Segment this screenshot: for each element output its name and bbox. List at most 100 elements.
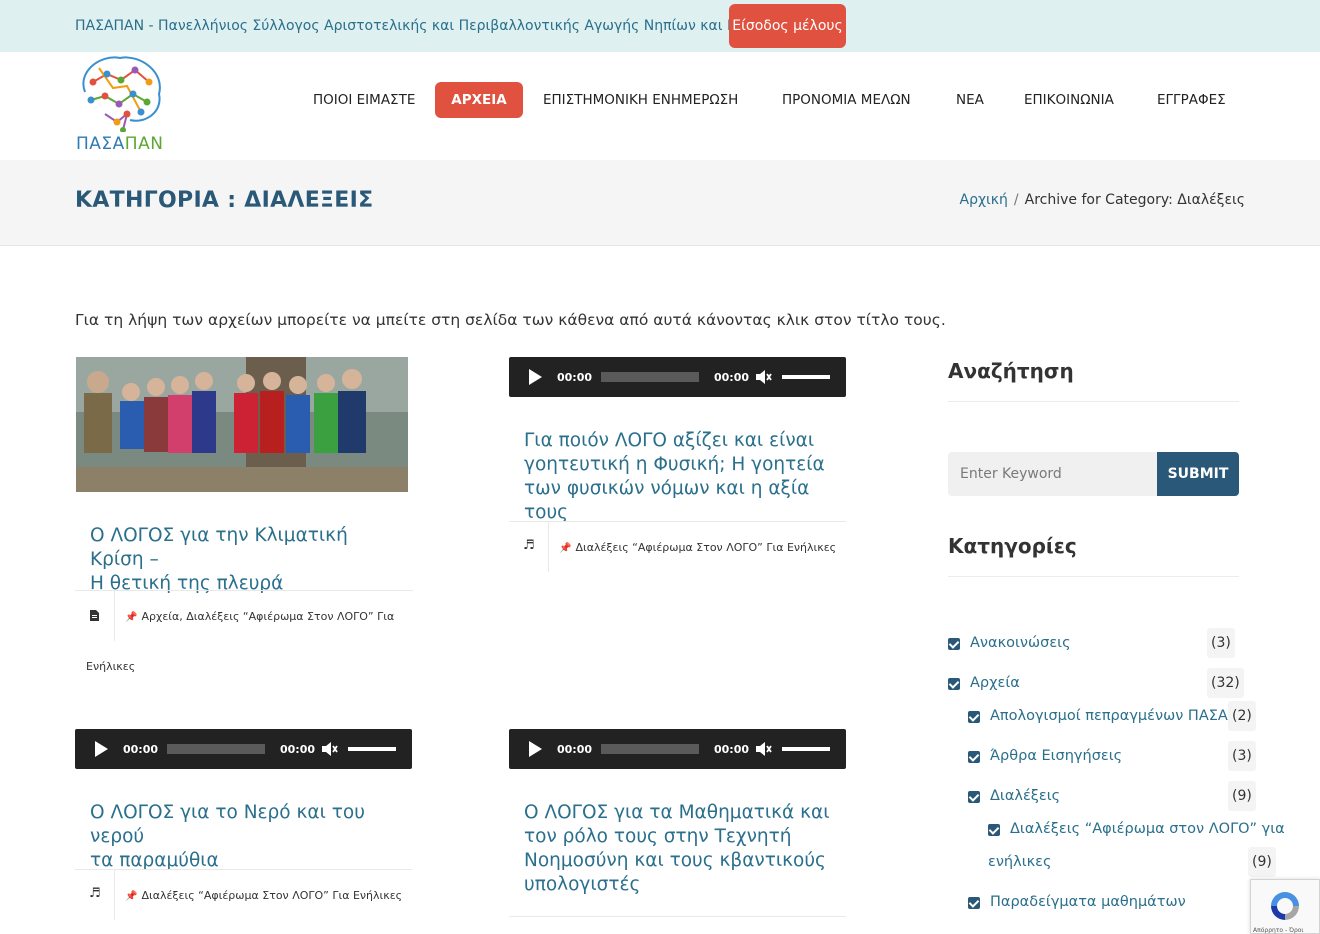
checkbox-icon[interactable]: [948, 638, 960, 650]
audio-player: 00:00 00:00: [509, 357, 846, 397]
intro-text: Για τη λήψη των αρχείων μπορείτε να μπεί…: [75, 311, 946, 329]
recaptcha-icon: [1271, 892, 1299, 920]
search-submit-button[interactable]: SUBMIT: [1157, 452, 1239, 496]
duration: 00:00: [714, 743, 750, 756]
divider: [948, 401, 1239, 402]
category-link[interactable]: Παραδείγματα μαθημάτων: [990, 894, 1186, 910]
volume-icon[interactable]: [755, 740, 773, 758]
page-title-band: ΚΑΤΗΓΟΡΙΑ : ΔΙΑΛΕΞΕΙΣ Αρχική / Archive for…: [0, 160, 1320, 246]
pin-icon: 📌: [559, 543, 572, 554]
pin-icon: 📌: [125, 612, 138, 623]
play-icon[interactable]: [95, 741, 108, 757]
post-meta: [509, 916, 846, 934]
post-categories[interactable]: 📌 Διαλέξεις “Αφιέρωμα Στον ΛΟΓΟ” Για Ενήλ…: [125, 889, 402, 902]
post-title[interactable]: Για ποιόν ΛΟΓΟ αξίζει και είναι γοητευτι…: [524, 429, 842, 525]
checkbox-icon[interactable]: [968, 791, 980, 803]
duration: 00:00: [280, 743, 316, 756]
progress-rail[interactable]: [601, 372, 699, 382]
categories-widget-heading: Κατηγορίες: [948, 534, 1077, 558]
logo-text-part2: ΠΑΝ: [124, 134, 164, 154]
post-card: 00:00 00:00 Ο ΛΟΓΟΣ για τα Μαθηματικά κα…: [509, 729, 846, 934]
nav-item-about[interactable]: ΠΟΙΟΙ ΕΙΜΑΣΤΕ: [313, 82, 415, 118]
nav-item-registrations[interactable]: ΕΓΓΡΑΦΕΣ: [1157, 82, 1226, 118]
page-title: ΚΑΤΗΓΟΡΙΑ : ΔΙΑΛΕΞΕΙΣ: [75, 188, 374, 213]
play-icon[interactable]: [529, 741, 542, 757]
category-count: (9): [1248, 847, 1276, 877]
site-header: ΠΑΣΑΠΑΝ ΠΟΙΟΙ ΕΙΜΑΣΤΕ ΑΡΧΕΙΑ ΕΠΙΣΤΗΜΟΝΙΚ…: [0, 52, 1320, 160]
nav-item-scientific-news[interactable]: ΕΠΙΣΤΗΜΟΝΙΚΗ ΕΝΗΜΕΡΩΣΗ: [543, 82, 738, 118]
category-count: (2): [1228, 701, 1256, 731]
post-format: ♬: [75, 870, 115, 920]
post-title-line: Ο ΛΟΓΟΣ για τα Μαθηματικά και: [524, 802, 830, 823]
category-count: (9): [1228, 781, 1256, 811]
post-categories[interactable]: 📌 Αρχεία, Διαλέξεις “Αφιέρωμα Στον ΛΟΓΟ” …: [125, 610, 394, 623]
play-icon[interactable]: [529, 369, 542, 385]
nav-item-contact[interactable]: ΕΠΙΚΟΙΝΩΝΙΑ: [1024, 82, 1114, 118]
category-link[interactable]: Αρχεία: [970, 675, 1020, 691]
checkbox-icon[interactable]: [968, 897, 980, 909]
search-widget-heading: Αναζήτηση: [948, 359, 1074, 383]
member-login-button[interactable]: Είσοδος μέλους: [729, 4, 846, 48]
checkbox-icon[interactable]: [988, 824, 1000, 836]
volume-slider[interactable]: [782, 375, 830, 379]
post-meta: 📌 Αρχεία, Διαλέξεις “Αφιέρωμα Στον ΛΟΓΟ” …: [75, 590, 413, 687]
children-outdoor-photo: [76, 357, 408, 492]
category-link[interactable]: Απολογισμοί πεπραγμένων ΠΑΣΑΠΑ: [990, 708, 1249, 724]
post-format: [75, 591, 115, 641]
category-link[interactable]: Διαλέξεις “Αφιέρωμα στον ΛΟΓΟ” για: [1010, 821, 1285, 837]
progress-rail[interactable]: [167, 744, 265, 754]
volume-icon[interactable]: [755, 368, 773, 386]
post-card: 00:00 00:00 Για ποιόν ΛΟΓΟ αξίζει και εί…: [509, 357, 846, 572]
breadcrumb: Αρχική / Archive for Category: Διαλέξεις: [960, 192, 1246, 208]
post-title-line: των φυσικών νόμων και η αξία τους: [524, 478, 810, 523]
post-title-line: Νοημοσύνη και τους κβαντικούς: [524, 850, 826, 871]
post-title[interactable]: Ο ΛΟΓΟΣ για την Κλιματική Κρίση – Η θετι…: [90, 524, 400, 596]
breadcrumb-home-link[interactable]: Αρχική: [960, 192, 1008, 208]
volume-slider[interactable]: [782, 747, 830, 751]
post-title-line: Ο ΛΟΓΟΣ για το Νερό και του νερού: [90, 802, 365, 847]
post-title-line: Ο ΛΟΓΟΣ για την Κλιματική Κρίση –: [90, 525, 348, 570]
category-link[interactable]: Άρθρα Εισηγήσεις: [990, 748, 1122, 764]
checkbox-icon[interactable]: [968, 751, 980, 763]
top-bar: ΠΑΣΑΠΑΝ - Πανελλήνιος Σύλλογος Αριστοτελ…: [0, 0, 1320, 52]
post-title-line: υπολογιστές: [524, 874, 641, 895]
post-title-line: τον ρόλο τους στην Τεχνητή: [524, 826, 792, 847]
recaptcha-footer-text[interactable]: Απόρρητο - Όροι: [1253, 927, 1303, 934]
nav-item-news[interactable]: ΝΕΑ: [956, 82, 984, 118]
post-title[interactable]: Ο ΛΟΓΟΣ για το Νερό και του νερού τα παρ…: [90, 801, 408, 873]
post-meta: ♬ 📌 Διαλέξεις “Αφιέρωμα Στον ΛΟΓΟ” Για Εν…: [75, 869, 412, 920]
divider: [948, 576, 1239, 577]
post-title-line: γοητευτική η Φυσική; Η γοητεία: [524, 454, 825, 475]
duration: 00:00: [714, 371, 750, 384]
category-link[interactable]: Ανακοινώσεις: [970, 635, 1071, 651]
post-title-line: Για ποιόν ΛΟΓΟ αξίζει και είναι: [524, 430, 815, 451]
audio-player: 00:00 00:00: [509, 729, 846, 769]
breadcrumb-current: Archive for Category: Διαλέξεις: [1024, 192, 1245, 208]
music-icon: ♬: [523, 538, 535, 553]
audio-player: 00:00 00:00: [75, 729, 412, 769]
post-thumbnail[interactable]: [76, 357, 408, 492]
category-count: (3): [1228, 741, 1256, 771]
recaptcha-badge[interactable]: Απόρρητο - Όροι: [1250, 879, 1320, 934]
current-time: 00:00: [123, 743, 159, 756]
organization-name[interactable]: ΠΑΣΑΠΑΝ - Πανελλήνιος Σύλλογος Αριστοτελ…: [75, 18, 765, 34]
post-categories-continued[interactable]: Ενήλικες: [86, 660, 135, 673]
nav-item-member-benefits[interactable]: ΠΡΟΝΟΜΙΑ ΜΕΛΩΝ: [782, 82, 911, 118]
nav-item-archives[interactable]: ΑΡΧΕΙΑ: [435, 82, 523, 118]
checkbox-icon[interactable]: [948, 678, 960, 690]
current-time: 00:00: [557, 743, 593, 756]
post-title[interactable]: Ο ΛΟΓΟΣ για τα Μαθηματικά και τον ρόλο τ…: [524, 801, 842, 897]
pin-icon: 📌: [125, 891, 138, 902]
volume-slider[interactable]: [348, 747, 396, 751]
category-count: (3): [1207, 628, 1235, 658]
post-categories[interactable]: 📌 Διαλέξεις “Αφιέρωμα Στον ΛΟΓΟ” Για Ενήλ…: [559, 541, 836, 554]
post-card: 00:00 00:00 Ο ΛΟΓΟΣ για το Νερό και του …: [75, 729, 412, 929]
progress-rail[interactable]: [601, 744, 699, 754]
current-time: 00:00: [557, 371, 593, 384]
category-link[interactable]: Διαλέξεις: [990, 788, 1060, 804]
category-link-continued[interactable]: ενήλικες: [988, 854, 1052, 870]
search-input[interactable]: [948, 452, 1157, 496]
checkbox-icon[interactable]: [968, 711, 980, 723]
volume-icon[interactable]: [321, 740, 339, 758]
breadcrumb-separator: /: [1013, 192, 1019, 208]
